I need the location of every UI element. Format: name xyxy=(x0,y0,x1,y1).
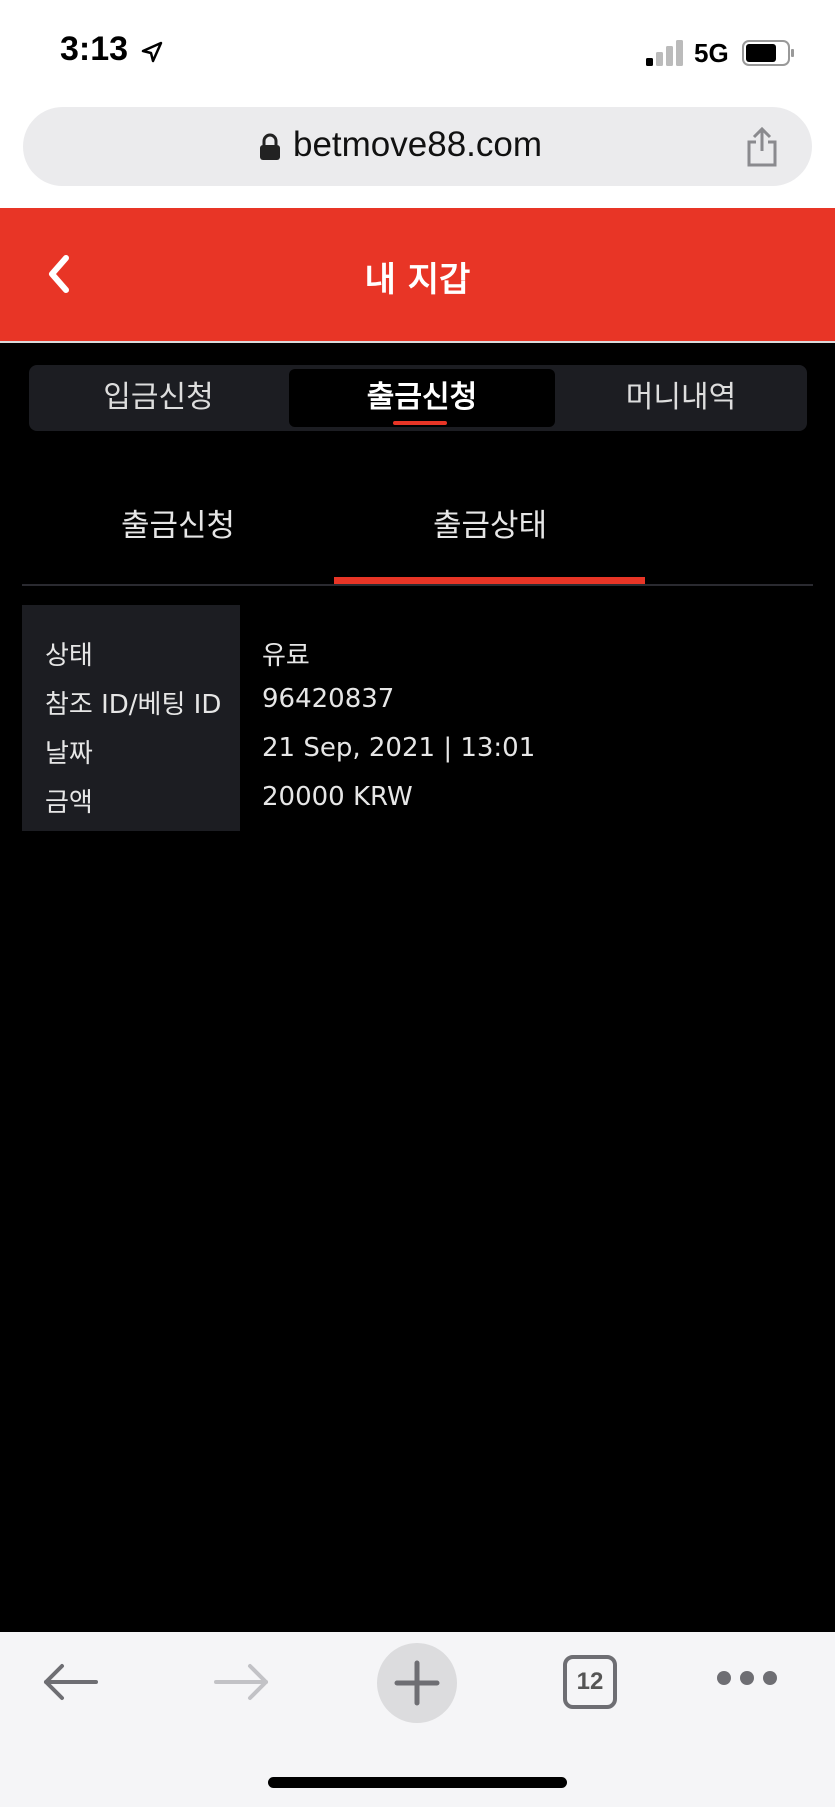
status-label: 상태 xyxy=(45,641,93,671)
main-tabs: 입금신청 출금신청 머니내역 xyxy=(29,365,807,431)
info-label-column: 상태 참조 ID/베팅 ID 날짜 금액 xyxy=(22,605,240,831)
app-header: 내 지갑 xyxy=(0,208,835,341)
home-indicator[interactable] xyxy=(268,1777,567,1788)
lock-icon xyxy=(259,133,281,165)
date-value: 21 Sep, 2021 | 13:01 xyxy=(262,733,536,763)
address-bar[interactable]: betmove88.com xyxy=(23,107,812,186)
location-arrow-icon xyxy=(140,40,164,68)
share-icon[interactable] xyxy=(745,126,779,171)
subtab-active-indicator xyxy=(334,577,645,584)
tab-withdrawal-request[interactable]: 출금신청 xyxy=(289,369,555,427)
tab-withdrawal-request-label: 출금신청 xyxy=(366,380,478,415)
amount-label: 금액 xyxy=(45,788,93,818)
new-tab-button[interactable] xyxy=(377,1643,457,1723)
header-divider xyxy=(0,341,835,343)
browser-toolbar: 12 xyxy=(0,1632,835,1807)
browser-back-icon[interactable] xyxy=(40,1662,100,1706)
reference-id-label: 참조 ID/베팅 ID xyxy=(45,690,222,720)
more-icon[interactable] xyxy=(716,1670,778,1690)
tab-money-history[interactable]: 머니내역 xyxy=(555,365,807,431)
plus-icon xyxy=(394,1660,440,1706)
browser-address-area: betmove88.com xyxy=(0,100,835,208)
reference-id-value: 96420837 xyxy=(262,684,395,714)
amount-value: 20000 KRW xyxy=(262,782,413,812)
status-value: 유료 xyxy=(262,641,310,671)
tab-deposit-request[interactable]: 입금신청 xyxy=(29,365,288,431)
page-title: 내 지갑 xyxy=(364,260,471,300)
subtab-divider xyxy=(22,584,813,586)
url-text: betmove88.com xyxy=(293,125,543,164)
network-type: 5G xyxy=(694,38,729,68)
status-bar: 3:13 5G xyxy=(0,0,835,100)
tabs-count: 12 xyxy=(576,1668,604,1695)
subtab-withdrawal-status[interactable]: 출금상태 xyxy=(334,500,646,545)
browser-forward-icon[interactable] xyxy=(212,1662,272,1706)
cellular-signal-icon xyxy=(646,40,686,70)
battery-icon xyxy=(742,40,796,70)
subtab-withdrawal-request[interactable]: 출금신청 xyxy=(22,500,334,545)
status-time: 3:13 xyxy=(60,30,129,68)
active-tab-indicator xyxy=(393,421,447,425)
date-label: 날짜 xyxy=(45,739,93,769)
